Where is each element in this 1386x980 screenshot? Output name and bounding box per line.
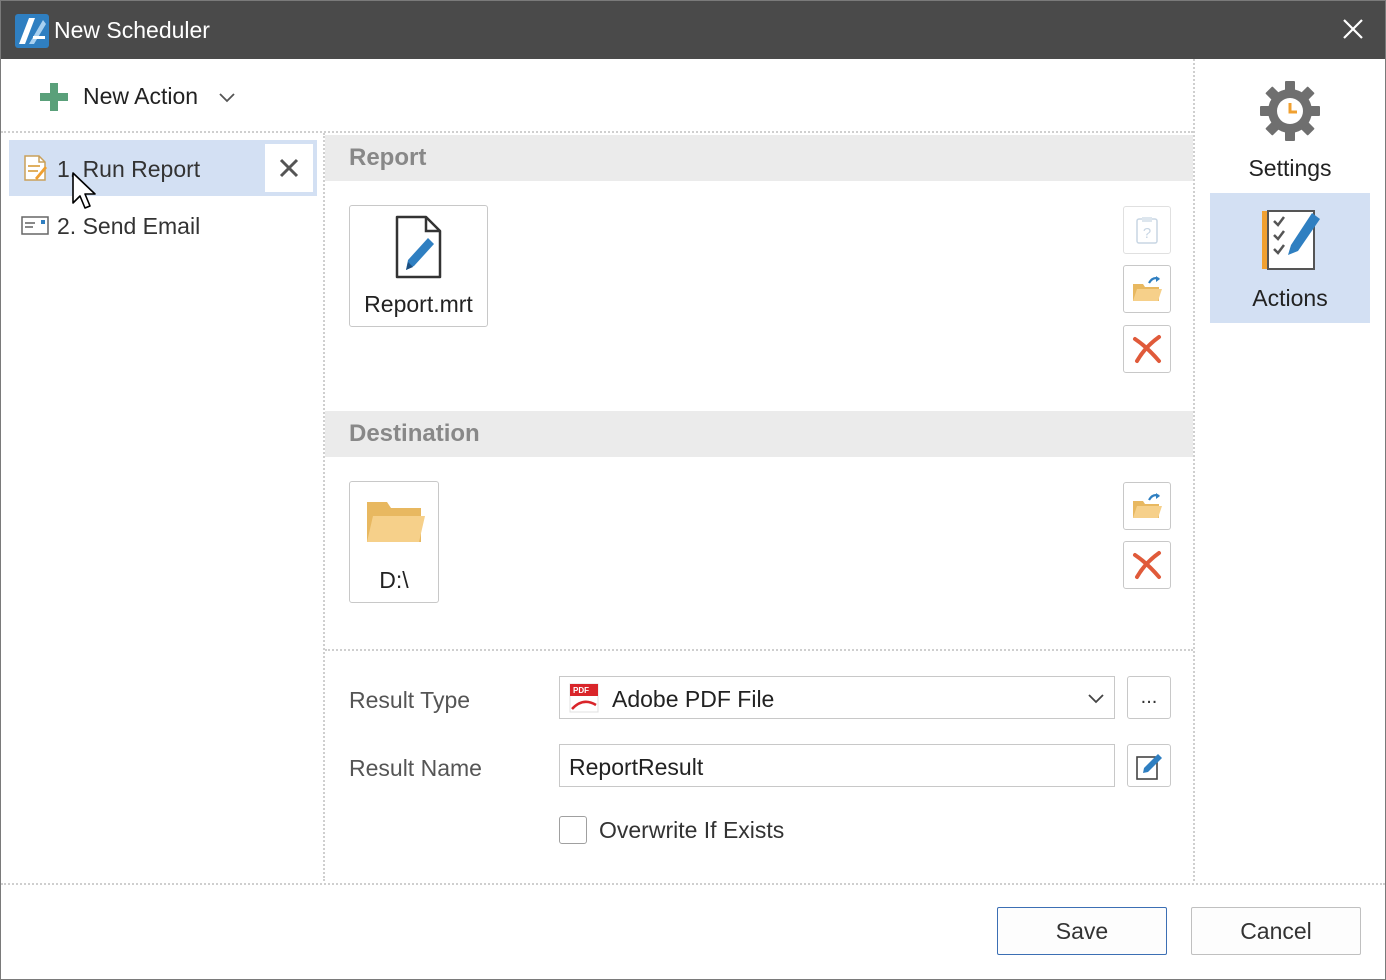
delete-x-icon xyxy=(1133,551,1161,579)
title-bar[interactable]: New Scheduler xyxy=(1,1,1385,59)
pdf-icon: PDF xyxy=(569,683,599,713)
divider xyxy=(1193,59,1195,881)
checklist-pencil-icon xyxy=(1262,210,1320,270)
chevron-down-icon xyxy=(1088,694,1104,704)
action-item-label: 2. Send Email xyxy=(57,213,201,239)
app-logo-icon xyxy=(15,14,49,48)
destination-remove-button[interactable] xyxy=(1123,541,1171,589)
tab-label: Settings xyxy=(1248,155,1332,181)
remove-action-button[interactable] xyxy=(265,144,313,192)
overwrite-checkbox[interactable] xyxy=(559,816,587,844)
result-name-input[interactable]: ReportResult xyxy=(559,744,1115,787)
report-open-button[interactable] xyxy=(1123,265,1171,313)
email-icon xyxy=(21,216,49,235)
folder-icon xyxy=(367,502,425,542)
result-type-select[interactable]: PDF Adobe PDF File xyxy=(559,676,1115,719)
overwrite-label: Overwrite If Exists xyxy=(599,817,785,843)
new-action-button[interactable]: New Action xyxy=(37,79,247,115)
divider xyxy=(1,131,1193,133)
destination-path: D:\ xyxy=(379,567,409,593)
save-button[interactable]: Save xyxy=(997,907,1167,955)
tab-settings[interactable]: Settings xyxy=(1210,63,1370,193)
cancel-button[interactable]: Cancel xyxy=(1191,907,1361,955)
report-file-tile[interactable]: Report.mrt xyxy=(349,205,488,327)
divider xyxy=(1,883,1385,885)
svg-text:?: ? xyxy=(1143,225,1151,242)
report-file-icon xyxy=(395,215,442,279)
gear-clock-icon xyxy=(1260,81,1320,141)
action-item-send-email[interactable]: 2. Send Email xyxy=(9,197,317,253)
section-title: Destination xyxy=(349,420,480,447)
new-action-label: New Action xyxy=(83,83,199,109)
tab-label: Actions xyxy=(1252,285,1328,311)
report-section-header: Report xyxy=(325,135,1193,181)
edit-pencil-icon xyxy=(1136,753,1162,780)
result-name-edit-button[interactable] xyxy=(1127,744,1171,787)
action-item-label: 1. Run Report xyxy=(57,156,201,182)
window-title: New Scheduler xyxy=(54,17,210,43)
divider xyxy=(325,649,1193,651)
result-name-label: Result Name xyxy=(349,755,482,781)
report-file-name: Report.mrt xyxy=(364,291,473,317)
open-folder-icon xyxy=(1133,493,1162,518)
result-type-value: Adobe PDF File xyxy=(612,686,775,712)
destination-open-button[interactable] xyxy=(1123,482,1171,530)
report-remove-button[interactable] xyxy=(1123,325,1171,373)
result-type-options-button[interactable]: ... xyxy=(1127,676,1171,719)
delete-x-icon xyxy=(1133,335,1161,363)
destination-section-header: Destination xyxy=(325,411,1193,457)
result-type-label: Result Type xyxy=(349,687,471,713)
clipboard-question-icon: ? xyxy=(1136,217,1158,244)
pdf-icon-label: PDF xyxy=(573,686,589,695)
tab-actions[interactable]: Actions xyxy=(1210,193,1370,323)
close-icon xyxy=(279,158,299,178)
open-folder-icon xyxy=(1133,276,1162,301)
action-item-run-report[interactable]: 1. Run Report xyxy=(9,140,317,196)
scheduler-window: New Scheduler New Action 1. Run Report 2… xyxy=(0,0,1386,980)
destination-folder-tile[interactable]: D:\ xyxy=(349,481,439,603)
divider xyxy=(323,133,325,881)
report-icon xyxy=(24,155,47,181)
close-icon[interactable] xyxy=(1331,9,1375,51)
section-title: Report xyxy=(349,144,427,171)
result-name-value: ReportResult xyxy=(569,754,704,780)
chevron-down-icon xyxy=(219,93,235,103)
report-help-button[interactable]: ? xyxy=(1123,206,1171,254)
plus-icon xyxy=(40,83,68,111)
